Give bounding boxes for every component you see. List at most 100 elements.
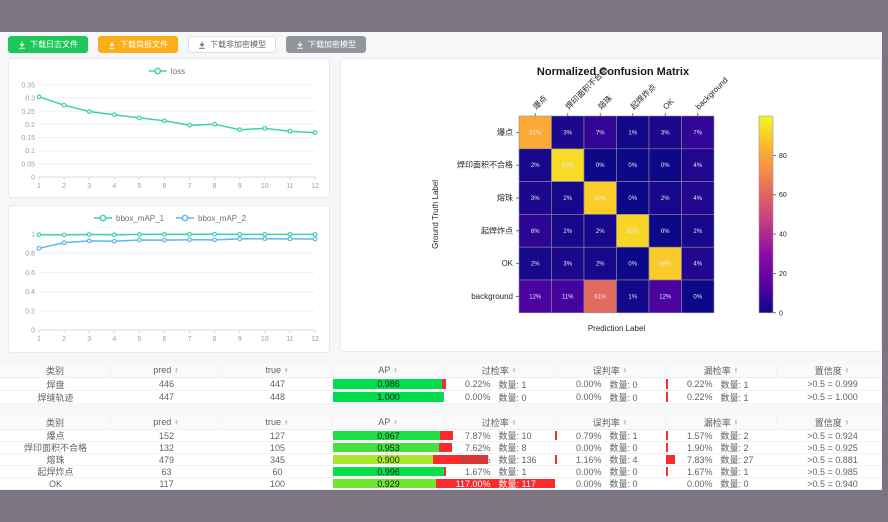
col-header-ap[interactable]: AP▲▼ — [333, 363, 444, 378]
rate-percent: 1.67% — [671, 467, 713, 477]
window-chrome-right — [882, 0, 888, 522]
pred-cell: 446 — [111, 378, 222, 390]
miss-rate-cell: 0.22%数量: 1 — [666, 391, 777, 403]
matrix-cell-value: 3% — [563, 130, 572, 136]
col-header-miss-rate[interactable]: 漏检率▲▼ — [666, 363, 777, 378]
col-header-over-rate[interactable]: 过检率▲▼ — [444, 363, 555, 378]
col-header-over-rate[interactable]: 过检率▲▼ — [444, 415, 555, 430]
legend-item[interactable]: bbox_mAP_1 — [94, 214, 165, 223]
confidence-cell: >0.5 = 1.000 — [777, 391, 888, 403]
col-header-miss-rate[interactable]: 漏检率▲▼ — [666, 415, 777, 430]
sort-caret-icon[interactable]: ▲▼ — [734, 367, 738, 374]
x-tick-label: 10 — [261, 183, 269, 190]
miss-rate-cell: 1.90%数量: 2 — [666, 442, 777, 453]
x-tick-label: 6 — [163, 336, 167, 343]
rate-count: 数量: 117 — [499, 478, 551, 489]
ap-cell: 0.929 — [333, 478, 444, 489]
x-tick-label: 5 — [137, 336, 141, 343]
sort-caret-icon[interactable]: ▲▼ — [512, 367, 516, 374]
table-row: 熔珠4793450.90039.42%数量: 1361.16%数量: 47.83… — [0, 454, 888, 466]
class-name-cell: 熔珠 — [0, 454, 111, 465]
series-line — [39, 239, 315, 249]
col-header-true[interactable]: true▲▼ — [222, 415, 333, 430]
x-tick-label: 1 — [37, 183, 41, 190]
caret-down-icon: ▼ — [512, 370, 516, 374]
data-point — [138, 233, 142, 237]
rate-bar — [666, 392, 668, 402]
sort-caret-icon[interactable]: ▲▼ — [623, 419, 627, 426]
y-tick-label: 0.4 — [25, 289, 35, 296]
y-tick-label: 0 — [31, 328, 35, 335]
col-header-label: 过检率 — [482, 416, 509, 429]
confidence-cell: >0.5 = 0.985 — [777, 466, 888, 477]
x-tick-label: 8 — [213, 336, 217, 343]
download-report-button[interactable]: 下载简报文件 — [98, 36, 178, 53]
miss-rate-cell: 7.83%数量: 27 — [666, 454, 777, 465]
matrix-cell-value: 4% — [693, 262, 702, 268]
sort-caret-icon[interactable]: ▲▼ — [174, 367, 178, 374]
over-rate-cell: 39.42%数量: 136 — [444, 454, 555, 465]
legend-item[interactable]: bbox_mAP_2 — [176, 214, 247, 223]
sort-caret-icon[interactable]: ▲▼ — [623, 367, 627, 374]
sort-caret-icon[interactable]: ▲▼ — [845, 419, 849, 426]
data-point — [163, 119, 167, 123]
toolbar: 下载日志文件 下载简报文件 下载非加密模型 下载加密模型 — [8, 36, 366, 53]
sort-caret-icon[interactable]: ▲▼ — [393, 419, 397, 426]
caret-down-icon: ▼ — [512, 422, 516, 426]
table-gap — [0, 404, 888, 415]
y-tick-label: 0.3 — [25, 96, 35, 103]
matrix-cell-value: 12% — [529, 294, 542, 300]
ap-value: 1.000 — [377, 392, 400, 402]
data-point — [62, 103, 66, 107]
table-row: 爆点1521270.9677.87%数量: 100.79%数量: 11.57%数… — [0, 430, 888, 442]
matrix-cell-value: 2% — [596, 262, 605, 268]
data-point — [37, 233, 41, 237]
col-header-misjudge-rate[interactable]: 误判率▲▼ — [555, 415, 666, 430]
misjudge-rate-cell: 0.00%数量: 0 — [555, 442, 666, 453]
sort-caret-icon[interactable]: ▲▼ — [174, 419, 178, 426]
sort-caret-icon[interactable]: ▲▼ — [393, 367, 397, 374]
data-point — [213, 238, 217, 242]
data-point — [87, 110, 91, 114]
sort-caret-icon[interactable]: ▲▼ — [284, 367, 288, 374]
legend-item[interactable]: loss — [149, 67, 185, 76]
sort-caret-icon[interactable]: ▲▼ — [284, 419, 288, 426]
matrix-cell-value: 4% — [693, 196, 702, 202]
data-point — [37, 95, 41, 99]
matrix-cell-value: 0% — [661, 229, 670, 235]
download-icon — [18, 41, 26, 49]
rate-bar — [666, 467, 668, 476]
rate-percent: 1.57% — [671, 431, 713, 441]
sort-caret-icon[interactable]: ▲▼ — [512, 419, 516, 426]
x-tick-label: 11 — [286, 336, 293, 343]
download-encrypted-model-button[interactable]: 下载加密模型 — [286, 36, 366, 53]
data-point — [263, 127, 267, 131]
data-point — [288, 129, 292, 133]
true-cell: 127 — [222, 430, 333, 441]
matrix-cell-value: 89% — [659, 262, 672, 268]
legend-marker — [100, 215, 105, 220]
download-log-button[interactable]: 下载日志文件 — [8, 36, 88, 53]
col-header-true[interactable]: true▲▼ — [222, 363, 333, 378]
col-header-class: 类别 — [0, 415, 111, 430]
download-plain-model-button[interactable]: 下载非加密模型 — [188, 36, 276, 53]
table-row: 焊印面积不合格1321050.9537.62%数量: 80.00%数量: 01.… — [0, 442, 888, 454]
col-header-confidence[interactable]: 置信度▲▼ — [777, 415, 888, 430]
col-header-confidence[interactable]: 置信度▲▼ — [777, 363, 888, 378]
matrix-cell-value: 0% — [596, 163, 605, 169]
sort-caret-icon[interactable]: ▲▼ — [734, 419, 738, 426]
ap-cell: 0.953 — [333, 442, 444, 453]
col-header-pred[interactable]: pred▲▼ — [111, 363, 222, 378]
col-header-misjudge-rate[interactable]: 误判率▲▼ — [555, 363, 666, 378]
col-header-ap[interactable]: AP▲▼ — [333, 415, 444, 430]
caret-down-icon: ▼ — [174, 370, 178, 374]
data-point — [188, 232, 192, 236]
rate-bar — [666, 379, 668, 389]
download-icon — [198, 41, 206, 49]
over-rate-cell: 0.00%数量: 0 — [444, 391, 555, 403]
rate-count: 数量: 8 — [499, 442, 551, 453]
matrix-cell-value: 3% — [661, 130, 670, 136]
rate-count: 数量: 0 — [610, 442, 662, 453]
sort-caret-icon[interactable]: ▲▼ — [845, 367, 849, 374]
col-header-pred[interactable]: pred▲▼ — [111, 415, 222, 430]
